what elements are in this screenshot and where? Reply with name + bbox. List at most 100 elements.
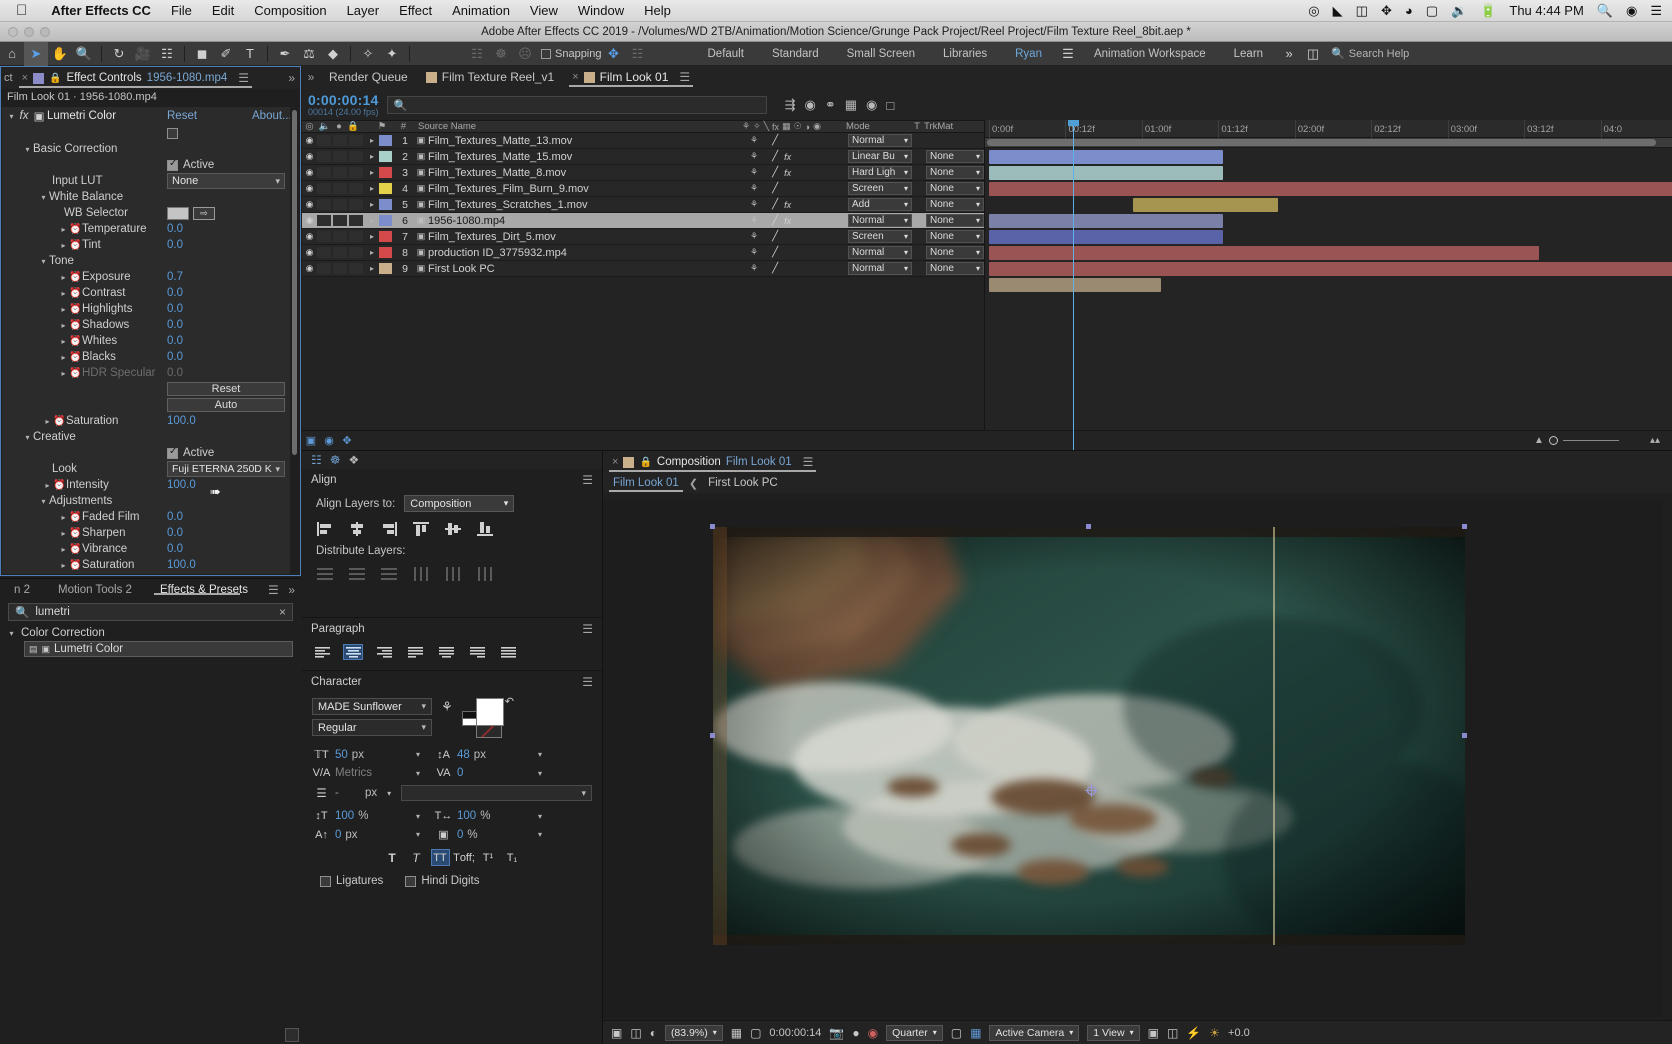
font-style-dropdown[interactable]: Regular ▾: [312, 719, 432, 736]
lock-toggle[interactable]: [349, 199, 363, 210]
about-link[interactable]: About...: [252, 110, 290, 122]
section-basic-correction[interactable]: ▾ Basic Correction: [2, 141, 290, 157]
collapse-icon[interactable]: ⚘: [748, 263, 758, 274]
track-matte-dropdown[interactable]: None▾: [926, 230, 984, 243]
toggle-switches-modes-icon[interactable]: ▣: [302, 434, 320, 447]
timeline-icon[interactable]: ▦: [970, 1026, 981, 1040]
chevron-down-icon[interactable]: ▾: [538, 750, 556, 759]
show-channel-icon[interactable]: ◉: [868, 1026, 878, 1040]
menu-after-effects-cc[interactable]: After Effects CC: [41, 3, 161, 18]
fx-icon[interactable]: fx: [780, 168, 791, 178]
close-window-icon[interactable]: [8, 27, 18, 37]
quality-icon[interactable]: ╱: [760, 247, 778, 258]
chevron-right-icon[interactable]: ▸: [58, 289, 69, 298]
fill-color-swatch[interactable]: [476, 698, 504, 726]
eyedropper-icon[interactable]: ⚘: [438, 698, 456, 715]
chevron-right-icon[interactable]: ▸: [365, 184, 379, 193]
track-matte-dropdown[interactable]: None▾: [926, 214, 984, 227]
workspace-layout-icon[interactable]: ◫: [1301, 42, 1325, 66]
param-value-faded-film[interactable]: 0.0: [167, 511, 183, 523]
chevron-right-icon[interactable]: ▸: [365, 200, 379, 209]
layer-name[interactable]: Film_Textures_Scratches_1.mov: [428, 199, 748, 211]
menu-layer[interactable]: Layer: [337, 3, 390, 18]
tab-film-look-01[interactable]: × Film Look 01 ☰: [563, 66, 699, 88]
comp-flowchart-icon[interactable]: ▣: [1148, 1026, 1159, 1040]
audio-toggle[interactable]: [317, 247, 331, 258]
toggle-mask-icon[interactable]: ▢: [951, 1026, 962, 1040]
superscript-icon[interactable]: T¹: [479, 849, 498, 866]
align-panel-icon[interactable]: ☷: [311, 453, 322, 467]
video-toggle-icon[interactable]: ◉: [302, 199, 317, 210]
brush-tool-icon[interactable]: ✒: [273, 42, 297, 66]
layer-name[interactable]: Film_Textures_Matte_15.mov: [428, 151, 748, 163]
screen-icon[interactable]: ◫: [1356, 4, 1368, 17]
chevron-right-icon[interactable]: ▸: [58, 337, 69, 346]
layer-duration-bar[interactable]: [989, 230, 1223, 244]
layer-switches[interactable]: ⚘ ╱: [748, 263, 848, 274]
chevron-down-icon[interactable]: ▾: [22, 145, 33, 154]
hindi-digits-checkbox[interactable]: [405, 876, 416, 887]
airplay-icon[interactable]: ▢: [1426, 4, 1438, 17]
stopwatch-icon[interactable]: ⏰: [69, 288, 82, 299]
param-value-shadows[interactable]: 0.0: [167, 319, 183, 331]
chevron-right-icon[interactable]: ▸: [58, 561, 69, 570]
minimize-window-icon[interactable]: [24, 27, 34, 37]
render-icon[interactable]: ✥: [338, 434, 356, 447]
table-row[interactable]: ◉ ▸ 5 ▣ Film_Textures_Scratches_1.mov ⚘ …: [302, 197, 984, 213]
chevron-down-icon[interactable]: ▾: [22, 433, 33, 442]
effect-header-row[interactable]: ▾ fx ▣ Lumetri Color Reset About...: [2, 107, 290, 125]
distribute-horizontal-center-icon[interactable]: [444, 566, 461, 581]
composition-timecode[interactable]: 0:00:00:14: [769, 1027, 821, 1039]
label-color-swatch[interactable]: [379, 263, 392, 274]
collapse-icon[interactable]: ⚘: [748, 247, 758, 258]
navigator-thumb[interactable]: [987, 139, 1656, 146]
chevron-left-icon[interactable]: ❮: [689, 477, 698, 490]
audio-toggle[interactable]: [317, 151, 331, 162]
kerning-field[interactable]: V/A Metrics ▾: [312, 767, 434, 779]
collapse-icon[interactable]: ⚘: [748, 135, 758, 146]
solo-toggle[interactable]: [333, 183, 347, 194]
collapse-icon[interactable]: ⚘: [748, 167, 758, 178]
zoom-in-icon[interactable]: ▴▴: [1624, 435, 1660, 446]
align-center-icon[interactable]: ☸: [489, 42, 513, 66]
show-snapshot-icon[interactable]: ●: [852, 1026, 859, 1040]
chevron-right-icon[interactable]: ▸: [365, 248, 379, 257]
resize-grip[interactable]: [285, 1028, 299, 1042]
zoom-tool-icon[interactable]: 🔍: [72, 42, 96, 66]
layer-duration-bar[interactable]: [1133, 198, 1277, 212]
look-dropdown[interactable]: Fuji ETERNA 250D K ▾: [167, 461, 285, 477]
notification-center-icon[interactable]: ☰: [1650, 4, 1662, 17]
panel-menu-icon[interactable]: ☰: [582, 622, 593, 636]
stopwatch-icon[interactable]: ⏰: [69, 544, 82, 555]
table-row[interactable]: ◉ ▸ 7 ▣ Film_Textures_Dirt_5.mov ⚘ ╱: [302, 229, 984, 245]
camera-dropdown[interactable]: Active Camera ▾: [989, 1025, 1079, 1041]
selection-handle-mr[interactable]: [1462, 733, 1467, 738]
align-vertical-center-icon[interactable]: [444, 521, 461, 536]
layer-duration-bar[interactable]: [989, 166, 1223, 180]
param-value-temperature[interactable]: 0.0: [167, 223, 183, 235]
quality-icon[interactable]: ╱: [760, 167, 778, 178]
camera-tool-icon[interactable]: 🎥: [131, 42, 155, 66]
blend-mode-dropdown[interactable]: Normal ▾: [848, 246, 912, 259]
solo-toggle[interactable]: [333, 247, 347, 258]
lock-icon[interactable]: 🔒: [49, 73, 61, 84]
table-row[interactable]: ◉ ▸ 8 ▣ production ID_3775932.mp4 ⚘ ╱: [302, 245, 984, 261]
close-icon[interactable]: ×: [612, 456, 618, 468]
label-color-swatch[interactable]: [379, 199, 392, 210]
audio-toggle[interactable]: [317, 215, 331, 226]
panel-menu-icon[interactable]: ☰: [582, 473, 593, 487]
anchor-point-icon[interactable]: [1085, 784, 1096, 795]
stopwatch-icon[interactable]: ⏰: [69, 560, 82, 571]
chevron-down-icon[interactable]: ▾: [38, 497, 49, 506]
views-dropdown[interactable]: 1 View ▾: [1087, 1025, 1139, 1041]
reset-link[interactable]: Reset: [167, 110, 197, 122]
chevron-down-icon[interactable]: ▾: [416, 769, 434, 778]
rotation-tool-icon[interactable]: ↻: [107, 42, 131, 66]
wb-eyedropper-icon[interactable]: ⇨: [193, 207, 215, 220]
chevron-down-icon[interactable]: ▾: [538, 830, 556, 839]
vertical-scale-value[interactable]: 100: [335, 810, 354, 822]
battery-icon[interactable]: 🔋: [1480, 4, 1496, 17]
chevron-right-icon[interactable]: ▸: [58, 321, 69, 330]
param-value-exposure[interactable]: 0.7: [167, 271, 183, 283]
video-toggle-icon[interactable]: ◉: [302, 183, 317, 194]
